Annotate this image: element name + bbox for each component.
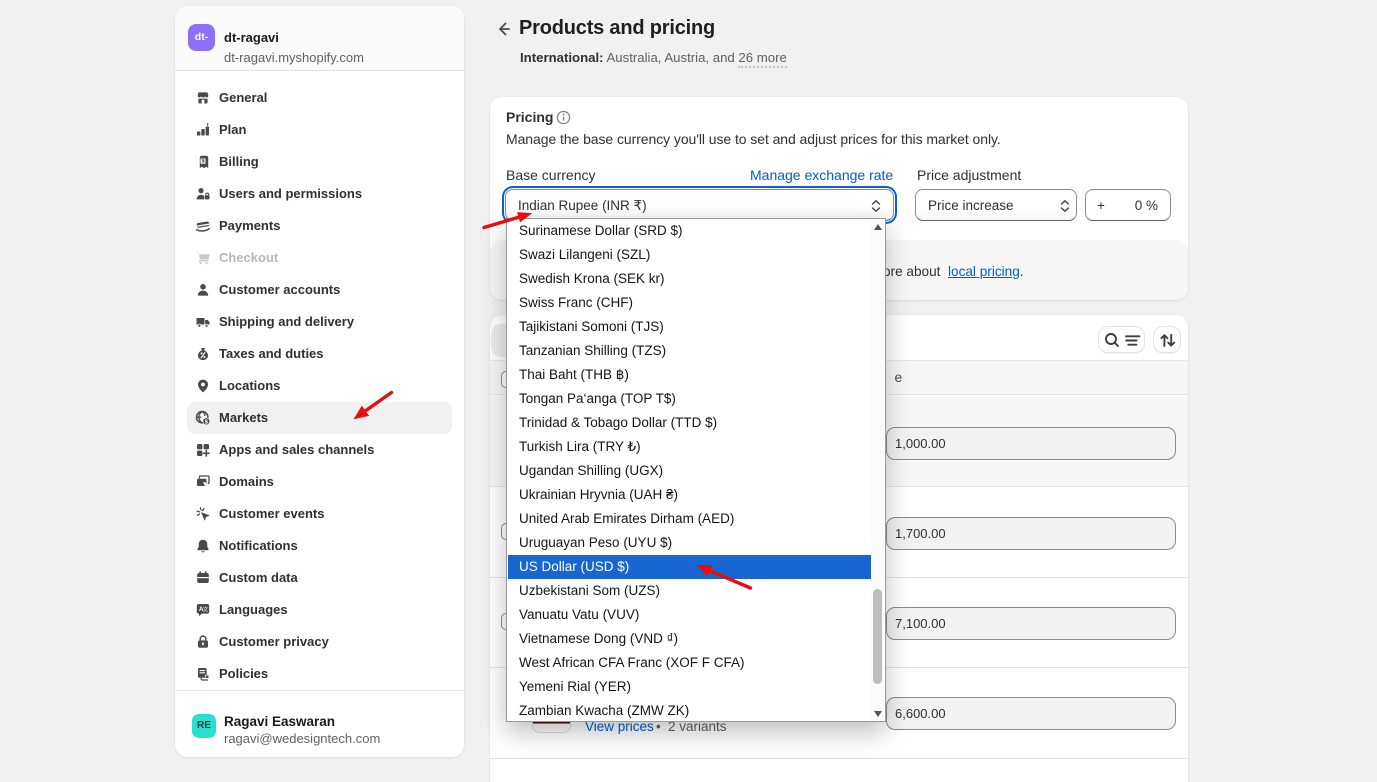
svg-text:文: 文 [203,605,209,613]
